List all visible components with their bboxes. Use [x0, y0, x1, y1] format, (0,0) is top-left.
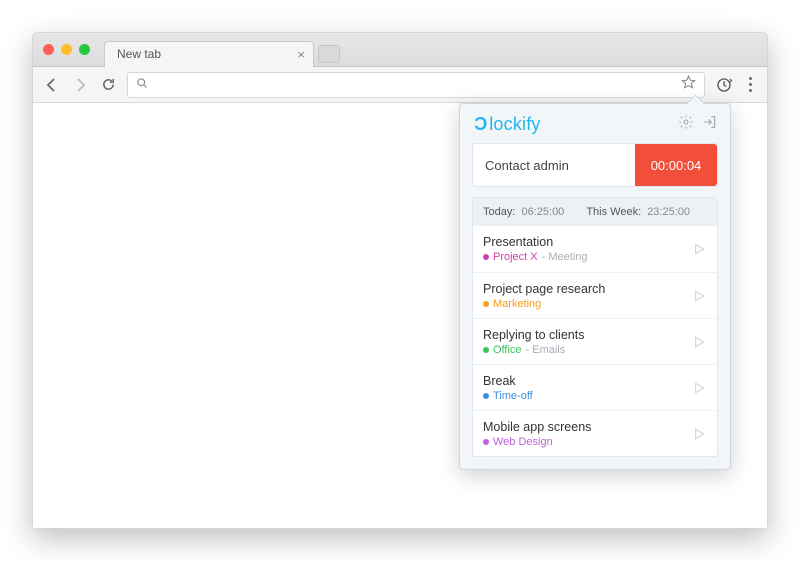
play-icon[interactable]: [691, 334, 707, 350]
summary-week: This Week: 23:25:00: [586, 206, 690, 218]
entry-project: Web Design: [493, 436, 553, 448]
project-color-dot: [483, 439, 489, 445]
time-summary: Today: 06:25:00 This Week: 23:25:00: [472, 197, 718, 226]
forward-button[interactable]: [71, 76, 89, 94]
clockify-logo: Clockify: [474, 114, 541, 135]
entry-subline: Web Design: [483, 436, 591, 448]
play-icon[interactable]: [691, 380, 707, 396]
timer-value: 00:00:04: [651, 158, 702, 173]
entry-subline: Marketing: [483, 298, 605, 310]
entry-title: Mobile app screens: [483, 420, 591, 434]
window-controls: [43, 44, 90, 55]
entry-subline: Office - Emails: [483, 344, 584, 356]
summary-today: Today: 06:25:00: [483, 206, 564, 218]
browser-menu-button[interactable]: [743, 77, 757, 92]
new-tab-button[interactable]: [318, 45, 340, 63]
time-entry[interactable]: Replying to clients Office - Emails: [473, 318, 717, 364]
entry-title: Project page research: [483, 282, 605, 296]
browser-window: New tab ×: [32, 32, 768, 529]
play-icon[interactable]: [691, 426, 707, 442]
tracker-description[interactable]: Contact admin: [485, 158, 569, 173]
tab-close-button[interactable]: ×: [297, 47, 305, 62]
close-window-button[interactable]: [43, 44, 54, 55]
logout-icon[interactable]: [702, 114, 718, 135]
time-entry[interactable]: Break Time-off: [473, 364, 717, 410]
settings-icon[interactable]: [678, 114, 694, 135]
back-button[interactable]: [43, 76, 61, 94]
address-bar[interactable]: [127, 72, 705, 98]
entry-project: Time-off: [493, 390, 533, 402]
play-icon[interactable]: [691, 241, 707, 257]
bookmark-star-icon[interactable]: [681, 75, 696, 95]
time-entry[interactable]: Mobile app screens Web Design: [473, 410, 717, 456]
titlebar: New tab ×: [33, 33, 767, 67]
entry-project: Project X: [493, 251, 538, 263]
entry-task: - Emails: [526, 344, 566, 356]
current-tracker: Contact admin 00:00:04: [472, 143, 718, 187]
entry-project: Marketing: [493, 298, 541, 310]
clockify-popup: Clockify Contact admin 00:00:04 Today: 0…: [459, 103, 731, 470]
reload-button[interactable]: [99, 76, 117, 94]
maximize-window-button[interactable]: [79, 44, 90, 55]
browser-toolbar: [33, 67, 767, 103]
entry-subline: Time-off: [483, 390, 533, 402]
tab-title: New tab: [117, 47, 161, 61]
clockify-extension-icon[interactable]: [715, 76, 733, 94]
entry-title: Replying to clients: [483, 328, 584, 342]
timer-button[interactable]: 00:00:04: [635, 144, 717, 186]
minimize-window-button[interactable]: [61, 44, 72, 55]
time-entry[interactable]: Presentation Project X - Meeting: [473, 226, 717, 272]
project-color-dot: [483, 301, 489, 307]
play-icon[interactable]: [691, 288, 707, 304]
project-color-dot: [483, 254, 489, 260]
entry-project: Office: [493, 344, 522, 356]
browser-tab[interactable]: New tab ×: [104, 41, 314, 67]
project-color-dot: [483, 347, 489, 353]
search-icon: [136, 77, 148, 92]
time-entry[interactable]: Project page research Marketing: [473, 272, 717, 318]
entry-task: - Meeting: [542, 251, 588, 263]
entry-subline: Project X - Meeting: [483, 251, 588, 263]
project-color-dot: [483, 393, 489, 399]
clock-icon: C: [474, 114, 487, 135]
entry-title: Break: [483, 374, 533, 388]
entry-title: Presentation: [483, 235, 588, 249]
time-entries-list: Presentation Project X - Meeting Project p…: [472, 226, 718, 457]
popup-header: Clockify: [460, 104, 730, 143]
